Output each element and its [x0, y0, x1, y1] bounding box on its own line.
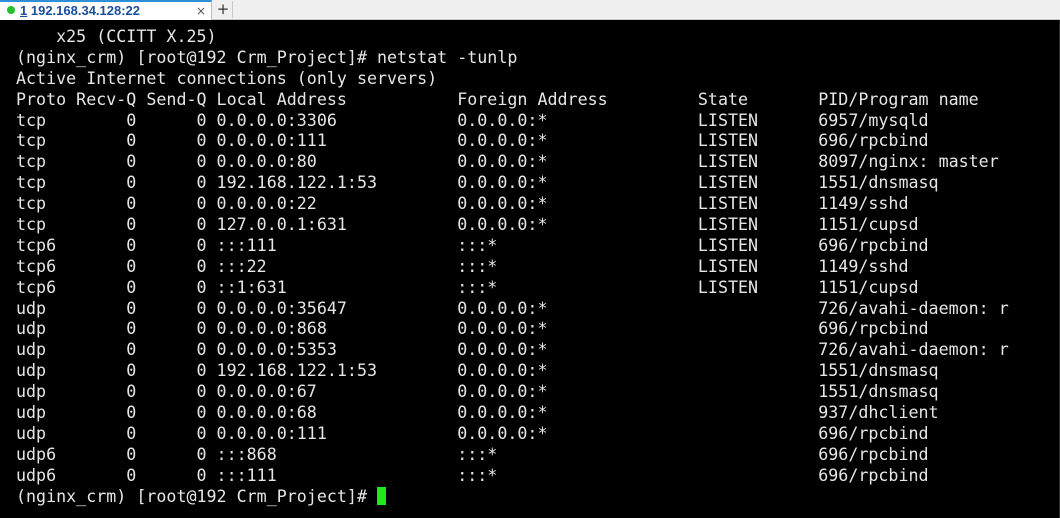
terminal-output: x25 (CCITT X.25) (nginx_crm) [root@192 Cr… [16, 27, 1009, 507]
terminal-line: udp 0 0 192.168.122.1:53 0.0.0.0:* 1551/… [16, 361, 939, 381]
terminal-line: Proto Recv-Q Send-Q Local Address Foreig… [16, 89, 979, 109]
terminal-line: udp 0 0 0.0.0.0:111 0.0.0.0:* 696/rpcbin… [16, 423, 929, 443]
terminal-line: tcp 0 0 0.0.0.0:111 0.0.0.0:* LISTEN 696… [16, 131, 929, 151]
new-tab-button[interactable]: + [214, 1, 233, 18]
terminal-line: x25 (CCITT X.25) [16, 27, 217, 46]
session-tab-bar: 1 192.168.34.128:22 × + [0, 0, 1060, 20]
terminal-line: Active Internet connections (only server… [16, 68, 438, 88]
ssh-client-window: 1 192.168.34.128:22 × + x25 (CCITT X.25)… [0, 0, 1060, 518]
terminal-line: udp 0 0 0.0.0.0:868 0.0.0.0:* 696/rpcbin… [16, 319, 929, 339]
terminal-line: tcp 0 0 127.0.0.1:631 0.0.0.0:* LISTEN 1… [16, 215, 919, 235]
shell-prompt: (nginx_crm) [root@192 Crm_Project]# [16, 486, 378, 506]
terminal-line: udp6 0 0 :::111 :::* 696/rpcbind [16, 465, 929, 485]
session-tab-host: 192.168.34.128:22 [30, 3, 141, 18]
terminal-line: tcp 0 0 0.0.0.0:22 0.0.0.0:* LISTEN 1149… [16, 194, 909, 214]
terminal-screen[interactable]: x25 (CCITT X.25) (nginx_crm) [root@192 Cr… [0, 20, 1060, 518]
terminal-line: udp 0 0 0.0.0.0:35647 0.0.0.0:* 726/avah… [16, 298, 1009, 318]
terminal-line: udp 0 0 0.0.0.0:68 0.0.0.0:* 937/dhclien… [16, 403, 939, 423]
connected-dot-icon [7, 6, 15, 14]
terminal-line: tcp6 0 0 :::111 :::* LISTEN 696/rpcbind [16, 235, 929, 255]
terminal-line: udp 0 0 0.0.0.0:67 0.0.0.0:* 1551/dnsmas… [16, 382, 939, 402]
session-tab[interactable]: 1 192.168.34.128:22 × [0, 0, 212, 20]
terminal-cursor [377, 486, 387, 505]
session-tab-label: 1 192.168.34.128:22 [20, 3, 140, 19]
terminal-line: (nginx_crm) [root@192 Crm_Project]# nets… [16, 47, 518, 67]
session-tab-number: 1 [20, 3, 28, 18]
terminal-line: udp6 0 0 :::868 :::* 696/rpcbind [16, 444, 929, 464]
terminal-line: tcp6 0 0 :::22 :::* LISTEN 1149/sshd [16, 256, 909, 276]
close-tab-icon[interactable]: × [194, 4, 208, 18]
terminal-line: tcp6 0 0 ::1:631 :::* LISTEN 1151/cupsd [16, 277, 919, 297]
terminal-prompt-line: (nginx_crm) [root@192 Crm_Project]# [16, 486, 1009, 508]
terminal-line: tcp 0 0 0.0.0.0:3306 0.0.0.0:* LISTEN 69… [16, 110, 929, 130]
terminal-line: tcp 0 0 192.168.122.1:53 0.0.0.0:* LISTE… [16, 173, 939, 193]
terminal-line: udp 0 0 0.0.0.0:5353 0.0.0.0:* 726/avahi… [16, 340, 1009, 360]
terminal-line: tcp 0 0 0.0.0.0:80 0.0.0.0:* LISTEN 8097… [16, 152, 999, 172]
